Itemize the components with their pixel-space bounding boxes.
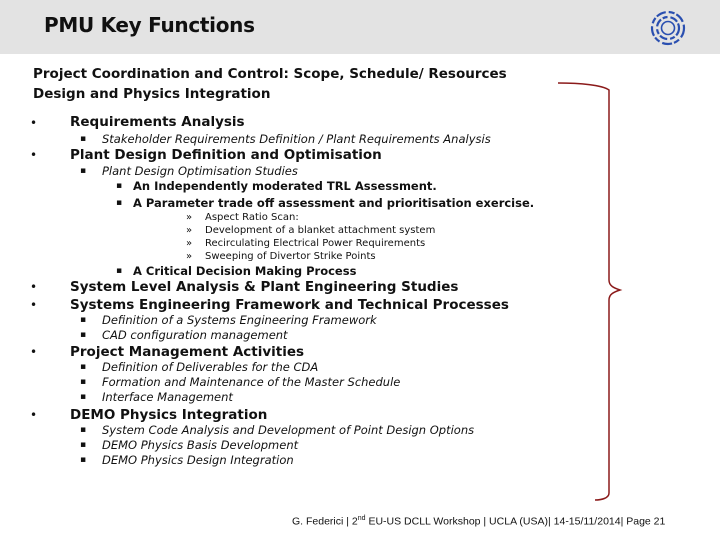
leaf-item: Recirculating Electrical Power Requireme… <box>205 238 426 249</box>
sub-bullet-marker: ▪ <box>80 455 87 465</box>
subsub-item: An Independently moderated TRL Assessmen… <box>133 179 437 193</box>
bullet-marker: • <box>30 280 38 294</box>
leaf-marker: » <box>186 238 193 249</box>
sub-item: System Code Analysis and Development of … <box>102 423 475 437</box>
leaf-marker: » <box>186 251 193 262</box>
bullet-marker: • <box>30 116 38 130</box>
slide-footer: G. Federici | 2nd EU-US DCLL Workshop | … <box>292 515 665 528</box>
sub-bullet-marker: ▪ <box>80 362 87 372</box>
bullet-requirements-analysis: Requirements Analysis <box>70 114 245 130</box>
bullet-demo-physics: DEMO Physics Integration <box>70 407 268 423</box>
footer-details: EU-US DCLL Workshop | UCLA (USA)| 14-15/… <box>365 515 666 528</box>
sub-item: Formation and Maintenance of the Master … <box>102 375 401 389</box>
subsub-item: A Parameter trade off assessment and pri… <box>133 196 535 210</box>
bullet-marker: • <box>30 148 38 162</box>
sub-item: CAD configuration management <box>102 328 288 342</box>
bullet-plant-design: Plant Design Definition and Optimisation <box>70 147 382 163</box>
sub-bullet-marker: ▪ <box>80 440 87 450</box>
sub-bullet-marker: ▪ <box>80 392 87 402</box>
subsub-item: A Critical Decision Making Process <box>133 264 357 278</box>
sub-bullet-marker: ▪ <box>80 330 87 340</box>
intro-line-2: Design and Physics Integration <box>33 86 271 102</box>
leaf-item: Development of a blanket attachment syst… <box>205 225 436 236</box>
subsub-bullet-marker: ▪ <box>116 266 123 276</box>
bullet-marker: • <box>30 298 38 312</box>
sub-item: Definition of a Systems Engineering Fram… <box>102 313 377 327</box>
footer-author: G. Federici | 2 <box>292 515 358 528</box>
sub-bullet-marker: ▪ <box>80 134 87 144</box>
bullet-system-level-analysis: System Level Analysis & Plant Engineerin… <box>70 279 459 295</box>
fusion-ring-logo-icon <box>650 10 686 46</box>
right-curly-brace <box>557 82 623 501</box>
sub-bullet-marker: ▪ <box>80 377 87 387</box>
leaf-item: Sweeping of Divertor Strike Points <box>205 251 376 262</box>
subsub-bullet-marker: ▪ <box>116 198 123 208</box>
sub-item: Definition of Deliverables for the CDA <box>102 360 319 374</box>
sub-item: DEMO Physics Design Integration <box>102 453 294 467</box>
footer-superscript: nd <box>357 515 366 522</box>
sub-bullet-marker: ▪ <box>80 166 87 176</box>
sub-item: Plant Design Optimisation Studies <box>102 164 298 178</box>
bullet-project-management: Project Management Activities <box>70 344 305 360</box>
sub-bullet-marker: ▪ <box>80 425 87 435</box>
leaf-item: Aspect Ratio Scan: <box>205 212 299 223</box>
sub-bullet-marker: ▪ <box>80 315 87 325</box>
sub-item: DEMO Physics Basis Development <box>102 438 299 452</box>
leaf-marker: » <box>186 212 193 223</box>
slide-title: PMU Key Functions <box>44 13 255 37</box>
sub-item: Stakeholder Requirements Definition / Pl… <box>102 132 491 146</box>
bullet-marker: • <box>30 345 38 359</box>
bullet-marker: • <box>30 408 38 422</box>
subsub-bullet-marker: ▪ <box>116 181 123 191</box>
slide-header: PMU Key Functions <box>0 0 720 54</box>
intro-line-1: Project Coordination and Control: Scope,… <box>33 66 507 82</box>
bullet-systems-engineering: Systems Engineering Framework and Techni… <box>70 297 509 313</box>
sub-item: Interface Management <box>102 390 233 404</box>
leaf-marker: » <box>186 225 193 236</box>
